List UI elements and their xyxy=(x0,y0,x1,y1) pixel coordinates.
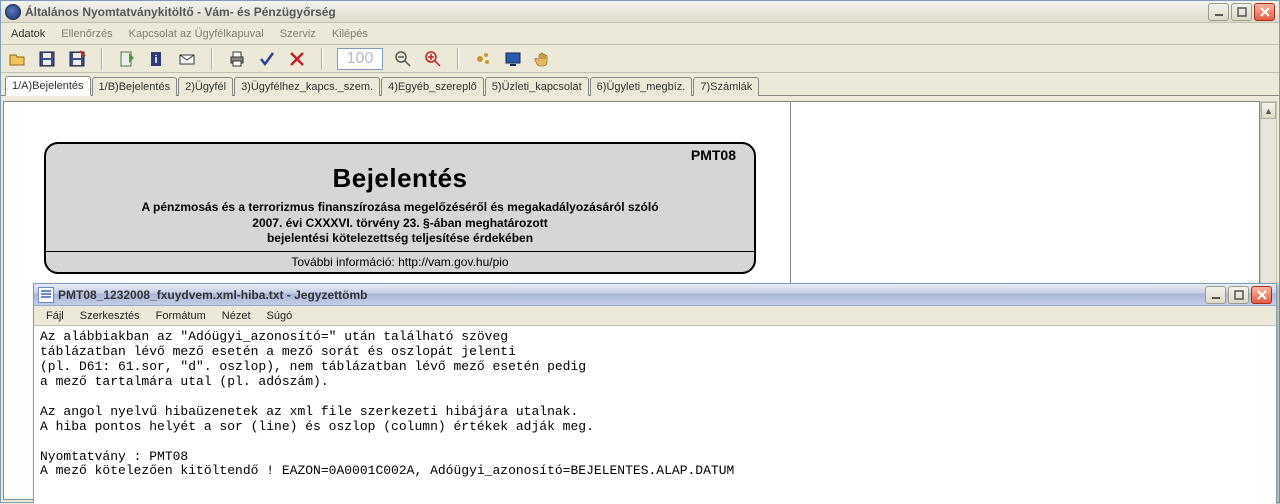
toolbar-separator-3 xyxy=(321,48,323,70)
tab-6-ugyleti[interactable]: 6)Ügyleti_megbíz. xyxy=(590,77,693,96)
tab-7-szamlak[interactable]: 7)Számlák xyxy=(693,77,759,96)
form-link-row: További információ: http://vam.gov.hu/pi… xyxy=(46,251,754,272)
close-button[interactable] xyxy=(1254,3,1275,21)
tab-3-ugyfelkapcs[interactable]: 3)Ügyfélhez_kapcs._szem. xyxy=(234,77,380,96)
menu-kapcsolat[interactable]: Kapcsolat az Ügyfélkapuval xyxy=(121,25,272,43)
notepad-close-button[interactable] xyxy=(1251,286,1272,304)
toolbar-separator-4 xyxy=(457,48,459,70)
main-titlebar[interactable]: Általános Nyomtatványkitöltő - Vám- és P… xyxy=(1,1,1279,23)
cancel-icon[interactable] xyxy=(287,49,307,69)
svg-text:i: i xyxy=(154,54,157,66)
tab-5-uzleti[interactable]: 5)Üzleti_kapcsolat xyxy=(485,77,589,96)
form-code: PMT08 xyxy=(46,144,754,163)
notepad-body[interactable]: Az alábbiakban az "Adóügyi_azonosító=" u… xyxy=(34,326,1276,504)
notepad-maximize-button[interactable] xyxy=(1228,286,1249,304)
menu-szerviz[interactable]: Szerviz xyxy=(272,25,324,43)
notepad-minimize-button[interactable] xyxy=(1205,286,1226,304)
form-title: Bejelentés xyxy=(46,163,754,194)
notepad-menubar: Fájl Szerkesztés Formátum Nézet Súgó xyxy=(34,306,1276,326)
notepad-menu-fajl[interactable]: Fájl xyxy=(38,308,72,324)
edit-icon[interactable] xyxy=(117,49,137,69)
saveas-icon[interactable] xyxy=(67,49,87,69)
notepad-menu-nezet[interactable]: Nézet xyxy=(214,308,259,324)
zoom-in-icon[interactable] xyxy=(423,49,443,69)
menu-ellenorzes[interactable]: Ellenőrzés xyxy=(53,25,120,43)
check-icon[interactable] xyxy=(257,49,277,69)
mail-icon[interactable] xyxy=(177,49,197,69)
tab-2-ugyfel[interactable]: 2)Ügyfél xyxy=(178,77,233,96)
info-icon[interactable]: i xyxy=(147,49,167,69)
form-link-label: További információ: xyxy=(291,255,398,269)
print-icon[interactable] xyxy=(227,49,247,69)
form-desc-line1: A pénzmosás és a terrorizmus finanszíroz… xyxy=(141,200,658,214)
save-icon[interactable] xyxy=(37,49,57,69)
menu-adatok[interactable]: Adatok xyxy=(3,25,53,43)
tab-1b-bejelentes[interactable]: 1/B)Bejelentés xyxy=(92,77,178,96)
form-tabrow: 1/A)Bejelentés 1/B)Bejelentés 2)Ügyfél 3… xyxy=(1,73,1279,96)
toolbar-separator-2 xyxy=(211,48,213,70)
form-desc-line2: 2007. évi CXXXVI. törvény 23. §-ában meg… xyxy=(252,216,547,230)
form-link-url[interactable]: http://vam.gov.hu/pio xyxy=(398,255,509,269)
zoom-out-icon[interactable] xyxy=(393,49,413,69)
form-header-box: PMT08 Bejelentés A pénzmosás és a terror… xyxy=(44,142,756,274)
minimize-button[interactable] xyxy=(1208,3,1229,21)
form-desc-line3: bejelentési kötelezettség teljesítése ér… xyxy=(267,231,533,245)
scroll-up-icon[interactable]: ▲ xyxy=(1261,102,1276,119)
app-icon xyxy=(5,4,21,20)
notepad-titlebar[interactable]: PMT08_1232008_fxuydvem.xml-hiba.txt - Je… xyxy=(34,284,1276,306)
main-menubar: Adatok Ellenőrzés Kapcsolat az Ügyfélkap… xyxy=(1,23,1279,45)
screen-icon[interactable] xyxy=(503,49,523,69)
hand-icon[interactable] xyxy=(533,49,553,69)
main-title: Általános Nyomtatványkitöltő - Vám- és P… xyxy=(25,5,1208,19)
notepad-window-buttons xyxy=(1205,286,1272,304)
toolbar-separator xyxy=(101,48,103,70)
notepad-menu-formatum[interactable]: Formátum xyxy=(148,308,214,324)
menu-kilepes[interactable]: Kilépés xyxy=(324,25,376,43)
tab-1a-bejelentes[interactable]: 1/A)Bejelentés xyxy=(5,76,91,96)
window-buttons xyxy=(1208,3,1275,21)
zoom-input[interactable] xyxy=(337,48,383,70)
notepad-title: PMT08_1232008_fxuydvem.xml-hiba.txt - Je… xyxy=(58,288,1205,302)
notepad-menu-szerkesztes[interactable]: Szerkesztés xyxy=(72,308,148,324)
notepad-menu-sugo[interactable]: Súgó xyxy=(259,308,301,324)
notepad-window[interactable]: PMT08_1232008_fxuydvem.xml-hiba.txt - Je… xyxy=(33,283,1277,503)
form-description: A pénzmosás és a terrorizmus finanszíroz… xyxy=(46,194,754,251)
maximize-button[interactable] xyxy=(1231,3,1252,21)
notepad-icon xyxy=(38,287,54,303)
open-icon[interactable] xyxy=(7,49,27,69)
settings-icon[interactable] xyxy=(473,49,493,69)
tab-4-egyeb[interactable]: 4)Egyéb_szereplő xyxy=(381,77,484,96)
main-toolbar: i xyxy=(1,45,1279,73)
